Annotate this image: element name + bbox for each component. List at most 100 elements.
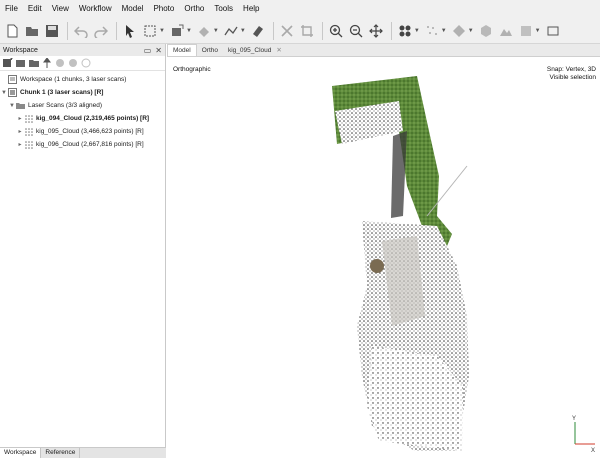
eraser-icon[interactable] — [249, 22, 267, 40]
scan-label: kig_094_Cloud (2,319,465 points) [R] — [36, 115, 150, 122]
paint-bucket-icon[interactable] — [195, 22, 213, 40]
chevron-down-icon[interactable]: ▼ — [414, 28, 420, 34]
tree-scan-item[interactable]: ▸ kig_096_Cloud (2,667,816 points) [R] — [0, 138, 165, 151]
chevron-down-icon[interactable]: ▼ — [159, 28, 165, 34]
main-toolbar: ▼ ▼ ▼ ▼ ▼ ▼ ▼ ▼ — [0, 18, 600, 44]
toolbar-divider — [67, 21, 68, 40]
axis-y-label: Y — [572, 416, 576, 422]
tree-root[interactable]: Workspace (1 chunks, 3 laser scans) — [0, 73, 165, 86]
orthomosaic-icon[interactable] — [517, 22, 535, 40]
workspace-toolbar — [0, 56, 165, 71]
resize-region-icon[interactable] — [168, 22, 186, 40]
add-folder-icon[interactable] — [29, 58, 39, 68]
expand-scan-icon[interactable]: ▸ — [16, 128, 24, 135]
ruler-icon[interactable] — [222, 22, 240, 40]
point-cloud-icon[interactable] — [423, 22, 441, 40]
add-chunk-icon[interactable] — [3, 58, 13, 68]
chunk-icon — [8, 88, 17, 97]
panel-tabs: Workspace Reference — [0, 447, 166, 458]
axis-indicator: Y X — [572, 416, 595, 454]
menu-workflow[interactable]: Workflow — [74, 0, 117, 18]
chunk-label: Chunk 1 (3 laser scans) [R] — [20, 89, 104, 96]
chevron-down-icon[interactable]: ▼ — [441, 28, 447, 34]
chevron-down-icon[interactable]: ▼ — [240, 28, 246, 34]
mesh-icon[interactable] — [450, 22, 468, 40]
enable-item-icon[interactable] — [68, 58, 78, 68]
model-view: Model Ortho kig_095_Cloud ✕ Y X Orthogra… — [167, 44, 600, 458]
point-cloud-viewport[interactable]: Y X — [167, 56, 600, 458]
menu-model[interactable]: Model — [117, 0, 149, 18]
workspace-icon — [8, 75, 17, 84]
folder-icon — [16, 103, 25, 109]
disable-item-icon[interactable] — [81, 58, 91, 68]
add-photos-icon[interactable] — [16, 58, 26, 68]
float-panel-icon[interactable]: ▭ — [144, 46, 152, 55]
move-object-icon[interactable] — [367, 22, 385, 40]
collapse-folder-icon[interactable]: ▼ — [8, 103, 16, 109]
menu-help[interactable]: Help — [238, 0, 264, 18]
menu-view[interactable]: View — [47, 0, 74, 18]
scan-label: kig_095_Cloud (3,466,623 points) [R] — [36, 128, 144, 135]
chevron-down-icon[interactable]: ▼ — [535, 28, 541, 34]
tab-reference[interactable]: Reference — [41, 448, 81, 458]
undo-icon[interactable] — [72, 22, 90, 40]
navigation-cursor-icon[interactable] — [121, 22, 139, 40]
toolbar-divider — [272, 21, 274, 40]
new-file-icon[interactable] — [3, 22, 21, 40]
zoom-in-icon[interactable] — [327, 22, 345, 40]
toolbar-divider — [321, 21, 323, 40]
toolbar-divider — [116, 21, 117, 40]
workspace-title: Workspace — [3, 46, 38, 54]
workspace-tree: Workspace (1 chunks, 3 laser scans) ▼ Ch… — [0, 71, 165, 151]
tree-chunk[interactable]: ▼ Chunk 1 (3 laser scans) [R] — [0, 86, 165, 99]
menu-file[interactable]: File — [0, 0, 23, 18]
expand-scan-icon[interactable]: ▸ — [16, 141, 24, 148]
workspace-panel: Workspace ▭ ✕ Workspace (1 chunks, 3 las… — [0, 44, 166, 458]
zoom-out-icon[interactable] — [347, 22, 365, 40]
chevron-down-icon[interactable]: ▼ — [468, 28, 474, 34]
remove-item-icon[interactable] — [55, 58, 65, 68]
chevron-down-icon[interactable]: ▼ — [186, 28, 192, 34]
tiled-model-icon[interactable] — [477, 22, 495, 40]
menu-ortho[interactable]: Ortho — [179, 0, 209, 18]
tab-kig-095-cloud[interactable]: kig_095_Cloud ✕ — [223, 45, 287, 56]
menu-edit[interactable]: Edit — [23, 0, 47, 18]
snap-status: Snap: Vertex, 3D — [546, 66, 596, 73]
crop-selection-icon[interactable] — [298, 22, 316, 40]
laser-scans-label: Laser Scans (3/3 aligned) — [28, 102, 103, 109]
workspace-root-label: Workspace (1 chunks, 3 laser scans) — [20, 76, 127, 83]
tab-ortho[interactable]: Ortho — [197, 45, 223, 56]
tree-scan-item[interactable]: ▸ kig_094_Cloud (2,319,465 points) [R] — [0, 112, 165, 125]
delete-selection-icon[interactable] — [278, 22, 296, 40]
open-folder-icon[interactable] — [23, 22, 41, 40]
close-icon[interactable]: ✕ — [276, 47, 281, 54]
view-status: Snap: Vertex, 3D Visible selection — [547, 66, 596, 82]
save-icon[interactable] — [43, 22, 61, 40]
selection-status: Visible selection — [549, 74, 597, 81]
scan-label: kig_096_Cloud (2,667,816 points) [R] — [36, 141, 144, 148]
tab-kig-095-cloud-label: kig_095_Cloud — [227, 47, 272, 54]
close-icon[interactable]: ✕ — [155, 46, 162, 55]
tab-workspace[interactable]: Workspace — [0, 448, 42, 458]
toolbar-divider — [390, 21, 392, 40]
menu-tools[interactable]: Tools — [209, 0, 238, 18]
tree-scan-item[interactable]: ▸ kig_095_Cloud (3,466,623 points) [R] — [0, 125, 165, 138]
rectangle-selection-icon[interactable] — [141, 22, 159, 40]
collapse-chunk-icon[interactable]: ▼ — [0, 90, 8, 96]
object-marker — [370, 259, 384, 273]
expand-scan-icon[interactable]: ▸ — [16, 115, 24, 122]
point-cloud-icon — [25, 128, 33, 136]
wall-structure — [391, 131, 407, 218]
view-settings-icon[interactable] — [544, 22, 562, 40]
tab-model[interactable]: Model — [167, 44, 197, 56]
redo-icon[interactable] — [92, 22, 110, 40]
projection-label: Orthographic — [173, 66, 211, 73]
menu-photo[interactable]: Photo — [148, 0, 179, 18]
chevron-down-icon[interactable]: ▼ — [213, 28, 219, 34]
point-cloud-icon — [25, 141, 33, 149]
add-marker-icon[interactable] — [42, 58, 52, 68]
show-cameras-icon[interactable] — [396, 22, 414, 40]
dem-icon[interactable] — [497, 22, 515, 40]
tree-laser-scans-folder[interactable]: ▼ Laser Scans (3/3 aligned) — [0, 99, 165, 112]
workspace-header: Workspace ▭ ✕ — [0, 44, 165, 56]
